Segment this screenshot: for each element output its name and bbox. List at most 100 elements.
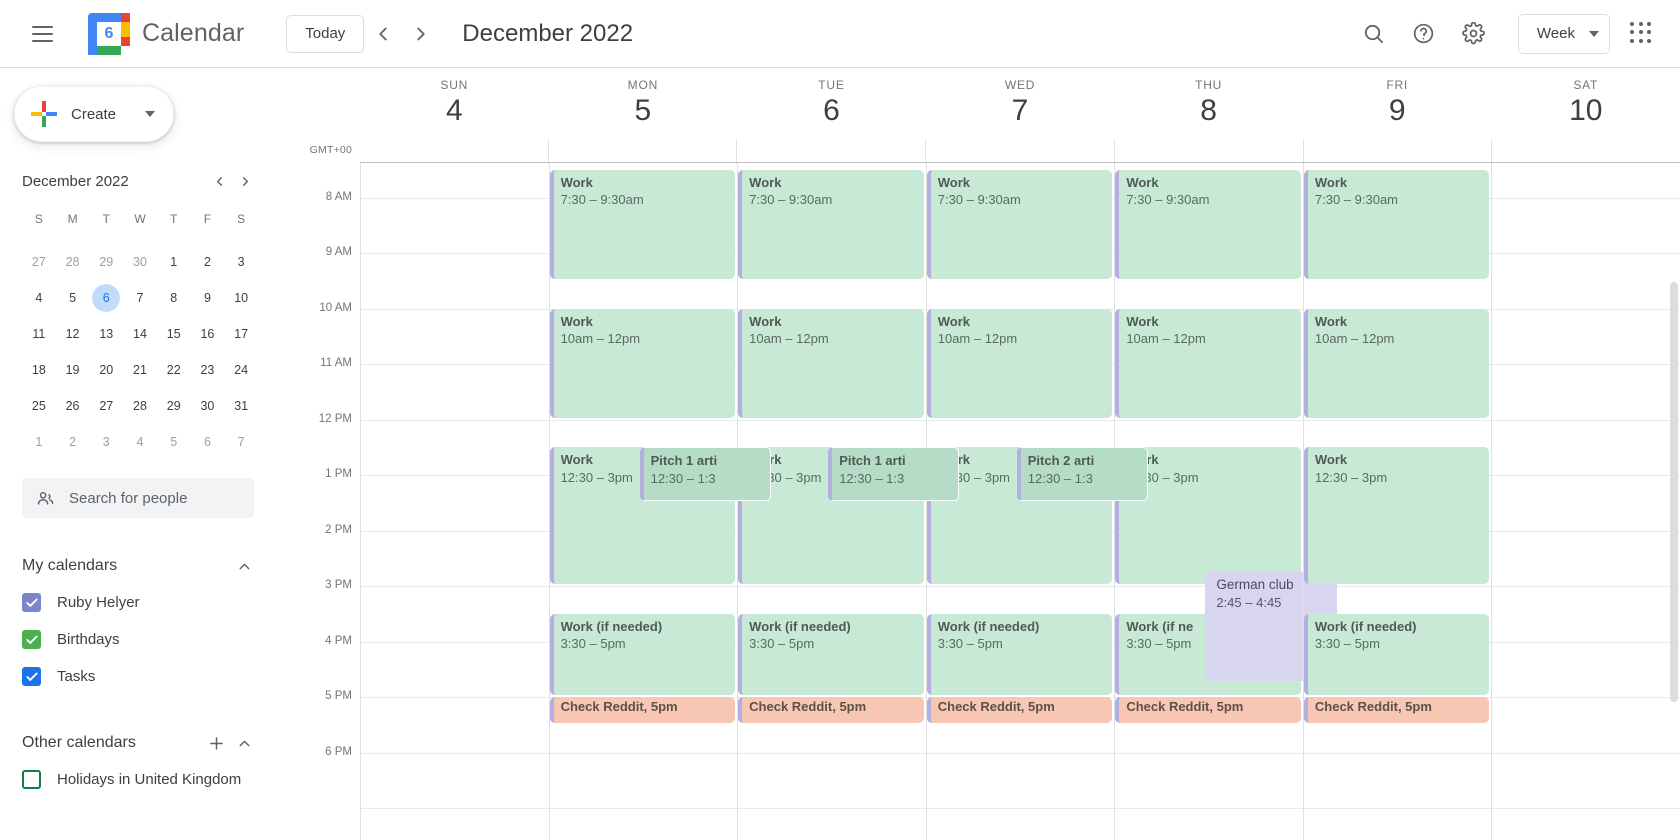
day-header-tue[interactable]: TUE 6 [737, 68, 926, 140]
day-number[interactable]: 9 [1389, 94, 1406, 128]
day-header-sat[interactable]: SAT 10 [1491, 68, 1680, 140]
mini-calendar-day[interactable]: 6 [89, 280, 123, 316]
mini-calendar-day[interactable]: 5 [56, 280, 90, 316]
mini-calendar-day[interactable]: 14 [123, 316, 157, 352]
calendar-list-item[interactable]: Holidays in United Kingdom [22, 761, 258, 798]
scrollbar-thumb[interactable] [1670, 282, 1678, 702]
calendar-event[interactable]: Work 7:30 – 9:30am [549, 169, 736, 279]
day-header-sun[interactable]: SUN 4 [360, 68, 549, 140]
day-number[interactable]: 5 [635, 94, 652, 128]
next-week-icon[interactable] [402, 15, 440, 53]
mini-calendar-day[interactable]: 2 [191, 244, 225, 280]
calendar-checkbox[interactable] [22, 593, 41, 612]
calendar-event[interactable]: Work 7:30 – 9:30am [1303, 169, 1490, 279]
calendar-event[interactable]: Work 10am – 12pm [549, 308, 736, 418]
mini-calendar-day[interactable]: 2 [56, 424, 90, 460]
mini-calendar-day[interactable]: 11 [22, 316, 56, 352]
mini-calendar-day[interactable]: 19 [56, 352, 90, 388]
mini-calendar-day[interactable]: 21 [123, 352, 157, 388]
mini-calendar-day[interactable]: 9 [191, 280, 225, 316]
calendar-event[interactable]: Check Reddit, 5pm [549, 697, 736, 723]
collapse-chevron-up-icon[interactable] [230, 729, 258, 757]
mini-calendar-day[interactable]: 27 [89, 388, 123, 424]
calendar-event[interactable]: Work (if needed) 3:30 – 5pm [738, 613, 924, 695]
calendar-checkbox[interactable] [22, 770, 41, 789]
mini-calendar-day[interactable]: 15 [157, 316, 191, 352]
mini-calendar-day[interactable]: 31 [224, 388, 258, 424]
calendar-event[interactable]: Work12:30 – 3pm [1303, 447, 1490, 584]
previous-week-icon[interactable] [364, 15, 402, 53]
view-selector[interactable]: Week [1517, 13, 1610, 54]
settings-gear-icon[interactable] [1452, 12, 1496, 56]
day-column-sun[interactable] [360, 163, 549, 840]
mini-calendar-day[interactable]: 4 [123, 424, 157, 460]
calendar-event[interactable]: Check Reddit, 5pm [1303, 697, 1490, 723]
other-calendars-header[interactable]: Other calendars [22, 725, 258, 761]
mini-calendar-day[interactable]: 29 [157, 388, 191, 424]
mini-calendar-day[interactable]: 5 [157, 424, 191, 460]
my-calendars-header[interactable]: My calendars [22, 548, 258, 584]
search-people-input[interactable]: Search for people [22, 478, 254, 518]
calendar-event[interactable]: Work (if needed) 3:30 – 5pm [1303, 613, 1490, 695]
day-header-mon[interactable]: MON 5 [549, 68, 738, 140]
google-apps-icon[interactable] [1622, 14, 1662, 54]
today-button[interactable]: Today [286, 14, 365, 53]
main-menu-icon[interactable] [22, 14, 62, 54]
calendar-event[interactable]: Work 10am – 12pm [1115, 308, 1301, 418]
calendar-event[interactable]: Pitch 1 arti 12:30 – 1:3 [828, 447, 960, 501]
mini-calendar-day[interactable]: 22 [157, 352, 191, 388]
calendar-scrollbar[interactable] [1668, 162, 1680, 840]
mini-calendar-day[interactable]: 20 [89, 352, 123, 388]
mini-calendar-day[interactable]: 30 [123, 244, 157, 280]
calendar-event[interactable]: Work 10am – 12pm [738, 308, 924, 418]
mini-calendar-day[interactable]: 13 [89, 316, 123, 352]
day-header-wed[interactable]: WED 7 [926, 68, 1115, 140]
mini-calendar-day[interactable]: 25 [22, 388, 56, 424]
mini-calendar-next-icon[interactable] [232, 168, 258, 194]
calendar-list-item[interactable]: Tasks [22, 658, 258, 695]
calendar-event[interactable]: Work 10am – 12pm [926, 308, 1113, 418]
mini-calendar-day[interactable]: 24 [224, 352, 258, 388]
calendar-event[interactable]: Work (if needed) 3:30 – 5pm [549, 613, 736, 695]
mini-calendar-day[interactable]: 10 [224, 280, 258, 316]
mini-calendar-day[interactable]: 12 [56, 316, 90, 352]
calendar-event[interactable]: Work 7:30 – 9:30am [1115, 169, 1301, 279]
mini-calendar-day[interactable]: 1 [22, 424, 56, 460]
day-column-mon[interactable]: Work 7:30 – 9:30am Work 10am – 12pm Work 12:3… [548, 163, 771, 840]
day-number[interactable]: 8 [1200, 94, 1217, 128]
calendar-event[interactable]: Work 10am – 12pm [1303, 308, 1490, 418]
calendar-event[interactable]: Check Reddit, 5pm [1115, 697, 1301, 723]
calendar-event[interactable]: Pitch 1 arti 12:30 – 1:3 [639, 447, 771, 501]
calendar-grid[interactable]: 7 AM8 AM9 AM10 AM11 AM12 PM1 PM2 PM3 PM4… [280, 162, 1680, 840]
day-column-sat[interactable] [1491, 163, 1680, 840]
mini-calendar-day[interactable]: 30 [191, 388, 225, 424]
mini-calendar-day[interactable]: 7 [123, 280, 157, 316]
mini-calendar-day[interactable]: 18 [22, 352, 56, 388]
mini-calendar-day[interactable]: 27 [22, 244, 56, 280]
mini-calendar-day[interactable]: 6 [191, 424, 225, 460]
day-column-tue[interactable]: Work7:30 – 9:30amWork10am – 12pmWork12:3… [737, 163, 960, 840]
mini-calendar-day[interactable]: 3 [224, 244, 258, 280]
mini-calendar-day[interactable]: 23 [191, 352, 225, 388]
mini-calendar-day[interactable]: 3 [89, 424, 123, 460]
day-number[interactable]: 7 [1012, 94, 1029, 128]
mini-calendar-day[interactable]: 17 [224, 316, 258, 352]
calendar-event[interactable]: Check Reddit, 5pm [926, 697, 1113, 723]
calendar-event[interactable]: Work 7:30 – 9:30am [926, 169, 1113, 279]
calendar-checkbox[interactable] [22, 630, 41, 649]
create-button[interactable]: Create [14, 86, 174, 142]
mini-calendar-day[interactable]: 26 [56, 388, 90, 424]
day-column-fri[interactable]: Work 7:30 – 9:30am Work 10am – 12pm Work 12:3… [1302, 163, 1492, 840]
calendar-event[interactable]: Work (if needed) 3:30 – 5pm [926, 613, 1113, 695]
day-number[interactable]: 6 [823, 94, 840, 128]
mini-calendar-day[interactable]: 16 [191, 316, 225, 352]
day-column-wed[interactable]: Work7:30 – 9:30amWork10am – 12pmWork12:3… [925, 163, 1149, 840]
add-other-calendar-plus-icon[interactable] [202, 729, 230, 757]
collapse-chevron-up-icon[interactable] [230, 552, 258, 580]
calendar-list-item[interactable]: Ruby Helyer [22, 584, 258, 621]
help-icon[interactable] [1402, 12, 1446, 56]
day-number[interactable]: 10 [1569, 94, 1602, 128]
search-icon[interactable] [1352, 12, 1396, 56]
calendar-event[interactable]: Pitch 2 arti 12:30 – 1:3 [1016, 447, 1149, 501]
day-header-thu[interactable]: THU 8 [1114, 68, 1303, 140]
